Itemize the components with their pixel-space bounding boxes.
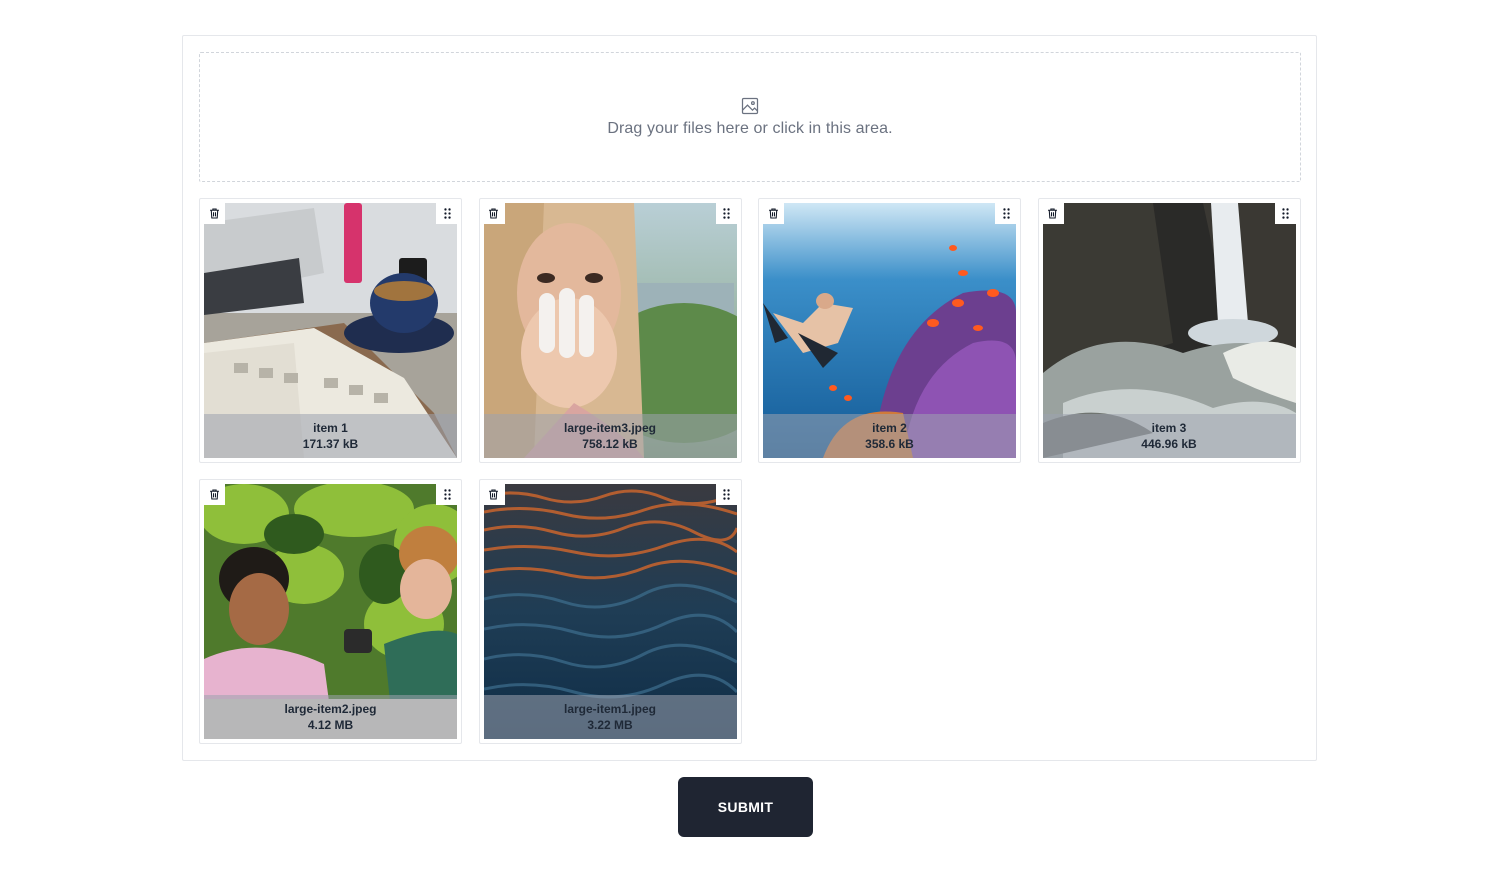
drag-handle[interactable] — [436, 483, 458, 505]
file-name: large-item3.jpeg — [563, 421, 657, 435]
file-dropzone[interactable]: Drag your files here or click in this ar… — [199, 52, 1301, 182]
file-size: 446.96 kB — [1141, 437, 1197, 451]
trash-icon — [489, 208, 498, 218]
file-tile[interactable]: item 3 446.96 kB — [1037, 198, 1301, 463]
file-size: 4.12 MB — [307, 718, 354, 732]
trash-icon — [209, 489, 219, 499]
drag-handle-icon — [723, 488, 730, 500]
file-name: item 1 — [313, 421, 348, 435]
drag-handle[interactable] — [995, 202, 1017, 224]
delete-button[interactable] — [203, 483, 225, 505]
trash-icon — [209, 208, 219, 218]
file-name: large-item2.jpeg — [284, 702, 377, 716]
drag-handle[interactable] — [715, 483, 738, 505]
image-icon — [741, 97, 759, 115]
drag-handle-icon — [443, 207, 451, 219]
file-tile[interactable]: item 2 358.6 kB — [758, 198, 1021, 463]
delete-button[interactable] — [1041, 202, 1064, 224]
delete-button[interactable] — [203, 202, 225, 224]
file-size: 3.22 MB — [587, 718, 633, 732]
drag-handle[interactable] — [436, 202, 458, 224]
file-caption: item 1 171.37 kB — [204, 414, 457, 458]
trash-icon — [489, 489, 498, 499]
drag-handle-icon — [443, 488, 451, 500]
file-size: 758.12 kB — [582, 437, 638, 451]
file-tile[interactable]: large-item3.jpeg 758.12 kB — [478, 198, 742, 463]
delete-button[interactable] — [762, 202, 784, 224]
file-name: item 2 — [872, 421, 907, 435]
dropzone-text: Drag your files here or click in this ar… — [607, 120, 893, 137]
delete-button[interactable] — [482, 483, 505, 505]
file-name: item 3 — [1151, 421, 1187, 435]
file-size: 358.6 kB — [865, 437, 914, 451]
file-caption: item 2 358.6 kB — [763, 414, 1016, 458]
upload-panel: Drag your files here or click in this ar… — [182, 35, 1317, 761]
file-caption: large-item3.jpeg 758.12 kB — [483, 414, 737, 458]
drag-handle-icon — [723, 207, 730, 219]
file-caption: large-item2.jpeg 4.12 MB — [204, 695, 457, 739]
submit-button[interactable]: SUBMIT — [678, 777, 813, 837]
trash-icon — [768, 208, 778, 218]
trash-icon — [1048, 208, 1057, 218]
file-caption: item 3 446.96 kB — [1042, 414, 1296, 458]
drag-handle[interactable] — [1274, 202, 1297, 224]
drag-handle-icon — [1282, 207, 1289, 219]
drag-handle-icon — [1002, 207, 1010, 219]
file-caption: large-item1.jpeg 3.22 MB — [483, 695, 737, 739]
delete-button[interactable] — [482, 202, 505, 224]
drag-handle[interactable] — [715, 202, 738, 224]
file-size: 171.37 kB — [302, 437, 359, 451]
file-tile[interactable]: large-item2.jpeg 4.12 MB — [199, 479, 462, 744]
file-tile[interactable]: item 1 171.37 kB — [199, 198, 462, 463]
file-tile[interactable]: large-item1.jpeg 3.22 MB — [478, 479, 742, 744]
file-name: large-item1.jpeg — [563, 702, 657, 716]
file-grid: item 1 171.37 kB large-item3.jpeg 758.12… — [199, 198, 1301, 744]
